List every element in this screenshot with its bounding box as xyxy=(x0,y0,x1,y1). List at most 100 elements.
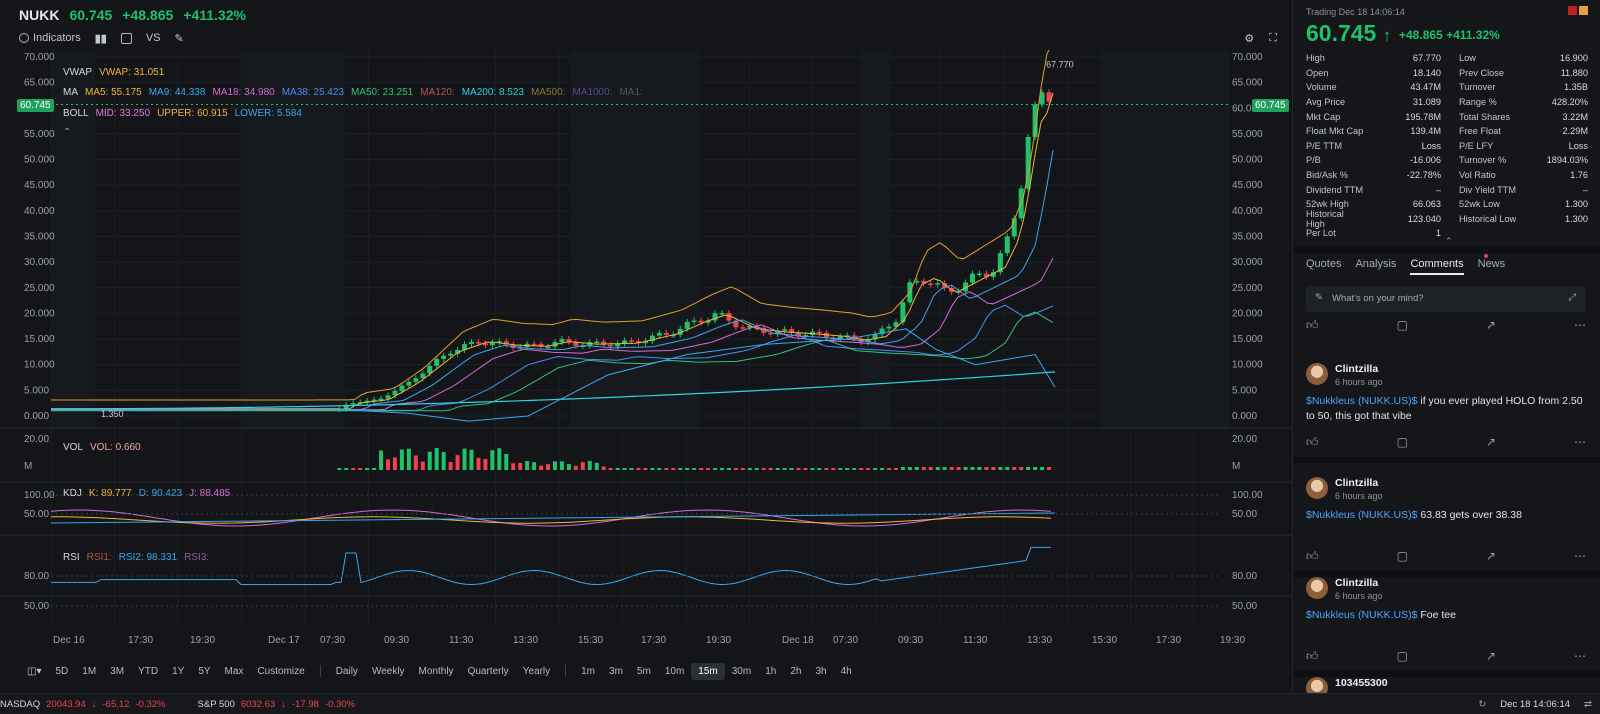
square-icon[interactable] xyxy=(120,32,132,44)
tab-analysis[interactable]: Analysis xyxy=(1355,258,1396,275)
timeframe-10m[interactable]: 10m xyxy=(658,663,691,680)
timeframe-3h[interactable]: 3h xyxy=(808,663,833,680)
volume-bar xyxy=(977,467,982,470)
avatar[interactable] xyxy=(1306,477,1328,499)
timeframe-5y[interactable]: 5Y xyxy=(191,663,217,680)
timeframe-1m[interactable]: 1M xyxy=(75,663,103,680)
ma-item: MA50: 23.251 xyxy=(350,87,414,98)
timeframe-5d[interactable]: 5D xyxy=(48,663,75,680)
timeframe-daily[interactable]: Daily xyxy=(329,663,365,680)
nasdaq-name[interactable]: NASDAQ xyxy=(0,699,40,710)
more-icon[interactable]: ⋯ xyxy=(1574,649,1586,664)
timeframe-monthly[interactable]: Monthly xyxy=(412,663,461,680)
avatar[interactable] xyxy=(1306,577,1328,599)
avatar[interactable] xyxy=(1306,363,1328,385)
tab-comments[interactable]: Comments xyxy=(1410,258,1464,275)
refresh-icon[interactable]: ↻ xyxy=(1478,699,1486,710)
settings-gear-icon[interactable]: ⚙ xyxy=(1244,32,1254,45)
link-icon[interactable]: ⇄ xyxy=(1584,699,1592,710)
ma-item: MA1: xyxy=(619,87,643,98)
stat-value: 1.300 xyxy=(1565,199,1588,210)
timeframe-quarterly[interactable]: Quarterly xyxy=(461,663,516,680)
time-axis-label: 13:30 xyxy=(513,635,538,646)
timeframe-customize[interactable]: Customize xyxy=(250,663,311,680)
stat-value: 428.20% xyxy=(1551,97,1588,108)
session-shade xyxy=(244,50,345,430)
price-axis-label-right: 30.000 xyxy=(1232,257,1263,268)
price-axis-label-right: 45.000 xyxy=(1232,180,1263,191)
candle-body xyxy=(935,283,941,285)
compare-button[interactable]: VS xyxy=(146,32,161,44)
post-actions: 👍︎ ▢ ↗ ⋯ xyxy=(1306,549,1586,564)
collapse-caret-icon[interactable]: ⌃ xyxy=(63,127,71,138)
sp500-change: -17.98 xyxy=(291,698,319,710)
timeframe-yearly[interactable]: Yearly xyxy=(516,663,557,680)
timeframe-weekly[interactable]: Weekly xyxy=(365,663,412,680)
stock-tag[interactable]: $Nukkleus (NUKK.US)$ xyxy=(1306,609,1417,621)
draw-pencil-icon[interactable]: ✎ xyxy=(175,32,184,45)
timeframe-max[interactable]: Max xyxy=(218,663,251,680)
volume-bar xyxy=(594,462,599,470)
volume-bar xyxy=(754,468,759,470)
timeframe-1y[interactable]: 1Y xyxy=(165,663,191,680)
composer-input[interactable]: ✎ What's on your mind? ⤢ xyxy=(1306,286,1586,312)
expand-icon[interactable]: ⤢ xyxy=(1568,292,1576,303)
chart-area[interactable]: NUKK 60.745 +48.865 +411.32% Indicators … xyxy=(0,0,1293,693)
timeframe-1h[interactable]: 1h xyxy=(758,663,783,680)
stat-value: 139.4M xyxy=(1410,126,1441,137)
stat-row: Bid/Ask % -22.78% Vol Ratio 1.76 xyxy=(1306,168,1588,183)
volume-bar xyxy=(573,465,578,470)
volume-bar xyxy=(1033,467,1038,470)
author-name[interactable]: Clintzilla xyxy=(1335,477,1378,489)
timeframe-ytd[interactable]: YTD xyxy=(131,663,165,680)
kdj-k: K: 89.777 xyxy=(88,488,132,499)
stat-label: Low xyxy=(1459,53,1476,64)
timeframe-3m[interactable]: 3M xyxy=(103,663,131,680)
share-icon[interactable]: ↗ xyxy=(1486,549,1496,564)
candle-body xyxy=(441,355,447,359)
like-icon[interactable]: 👍︎ xyxy=(1306,649,1319,664)
rsi-axis-right: 50.00 xyxy=(1232,601,1257,612)
sp500-name[interactable]: S&P 500 xyxy=(198,699,235,710)
author-name[interactable]: 103455300 xyxy=(1335,677,1388,689)
more-icon[interactable]: ⋯ xyxy=(1574,318,1586,333)
share-icon[interactable]: ↗ xyxy=(1486,649,1496,664)
like-icon[interactable]: 👍︎ xyxy=(1306,549,1319,564)
stock-tag[interactable]: $Nukkleus (NUKK.US)$ xyxy=(1306,509,1417,521)
author-name[interactable]: Clintzilla xyxy=(1335,363,1378,375)
volume-bar xyxy=(1019,467,1024,470)
timeframe-1m[interactable]: 1m xyxy=(574,663,602,680)
fullscreen-icon[interactable]: ⛶ xyxy=(1269,32,1277,45)
like-icon[interactable]: 👍︎ xyxy=(1306,318,1319,333)
tab-quotes[interactable]: Quotes xyxy=(1306,258,1341,275)
candle-type-icon[interactable]: ▮▮ xyxy=(95,32,107,45)
share-icon[interactable]: ↗ xyxy=(1486,435,1496,450)
timeframe-5m[interactable]: 5m xyxy=(630,663,658,680)
timeframe-3m[interactable]: 3m xyxy=(602,663,630,680)
timeframe-4h[interactable]: 4h xyxy=(834,663,859,680)
indicators-button[interactable]: Indicators xyxy=(19,32,81,44)
stat-row: Open 18.140 Prev Close 11.880 xyxy=(1306,66,1588,81)
collapse-stats-icon[interactable]: ⌃ xyxy=(1445,236,1453,247)
tab-news[interactable]: News xyxy=(1478,258,1506,275)
chart-toolbar: Indicators ▮▮ VS ✎ ⚙ ⛶ xyxy=(0,28,1293,48)
candle-body xyxy=(608,344,614,347)
more-icon[interactable]: ⋯ xyxy=(1574,549,1586,564)
layout-toggle-icon[interactable]: ◫▾ xyxy=(20,663,48,680)
comment-icon[interactable]: ▢ xyxy=(1397,549,1408,564)
comment-icon[interactable]: ▢ xyxy=(1397,435,1408,450)
more-icon[interactable]: ⋯ xyxy=(1574,435,1586,450)
timeframe-30m[interactable]: 30m xyxy=(725,663,758,680)
stock-tag[interactable]: $Nukkleus (NUKK.US)$ xyxy=(1306,395,1417,407)
timeframe-2h[interactable]: 2h xyxy=(783,663,808,680)
sp500-arrow-icon: ↓ xyxy=(281,698,286,710)
share-icon[interactable]: ↗ xyxy=(1486,318,1496,333)
rsi-legend: RSI RSI1: RSI2: 98.331 RSI3: xyxy=(63,552,209,563)
comment-icon[interactable]: ▢ xyxy=(1397,649,1408,664)
post-body: Foe tee xyxy=(1417,609,1456,621)
like-icon[interactable]: 👍︎ xyxy=(1306,435,1319,450)
ticker-bar: NASDAQ 20043.94 ↓ -65.12 -0.32% S&P 500 … xyxy=(0,693,1600,714)
comment-icon[interactable]: ▢ xyxy=(1397,318,1408,333)
author-name[interactable]: Clintzilla xyxy=(1335,577,1378,589)
timeframe-15m[interactable]: 15m xyxy=(691,662,725,680)
